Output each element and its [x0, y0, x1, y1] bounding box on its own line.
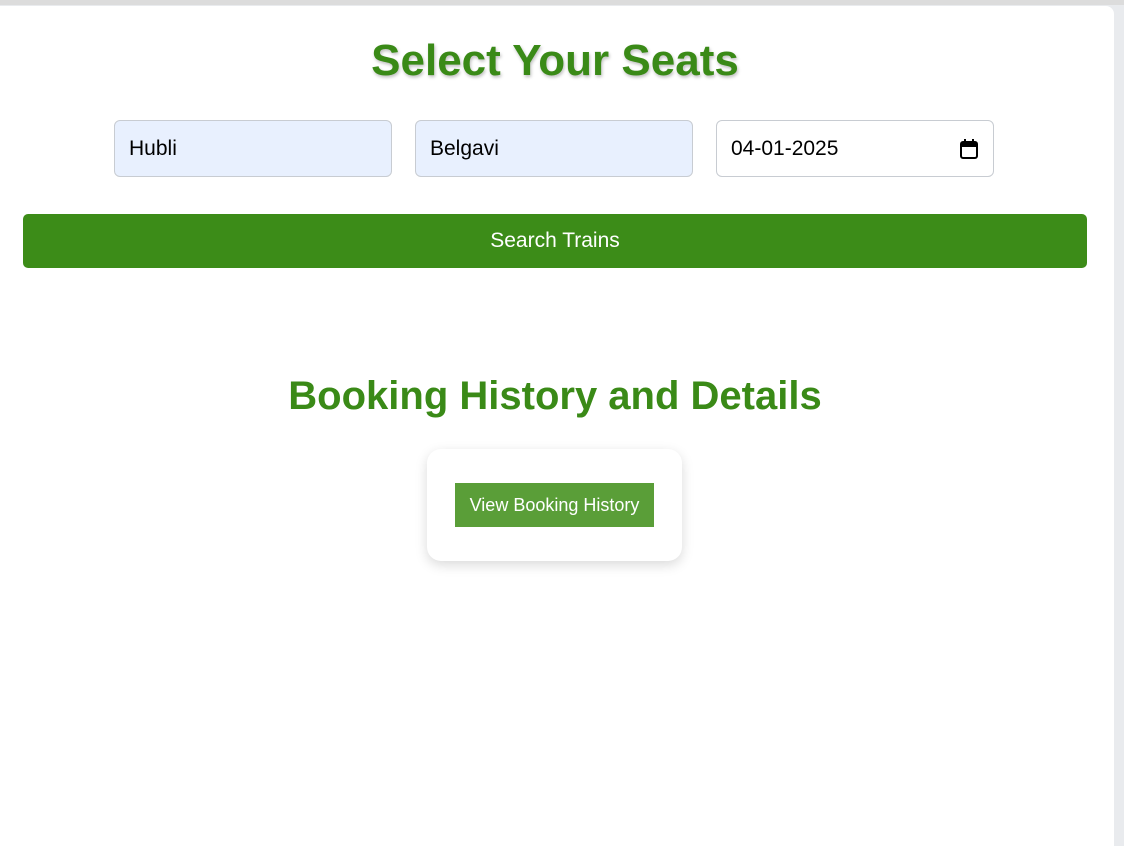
- calendar-icon[interactable]: [959, 138, 979, 160]
- search-trains-button[interactable]: Search Trains: [23, 214, 1087, 268]
- page-container: Select Your Seats Hubli Belgavi 04-01-20…: [0, 6, 1114, 846]
- view-booking-history-button[interactable]: View Booking History: [455, 483, 654, 527]
- page-title: Select Your Seats: [371, 36, 739, 85]
- from-station-value: Hubli: [129, 136, 177, 160]
- travel-date-input[interactable]: 04-01-2025: [716, 120, 994, 177]
- booking-history-heading: Booking History and Details: [288, 374, 822, 418]
- booking-history-card: View Booking History: [427, 449, 682, 561]
- to-station-value: Belgavi: [430, 136, 499, 160]
- from-station-input[interactable]: Hubli: [114, 120, 392, 177]
- travel-date-value: 04-01-2025: [731, 136, 839, 160]
- to-station-input[interactable]: Belgavi: [415, 120, 693, 177]
- browser-top-edge: [0, 0, 1124, 5]
